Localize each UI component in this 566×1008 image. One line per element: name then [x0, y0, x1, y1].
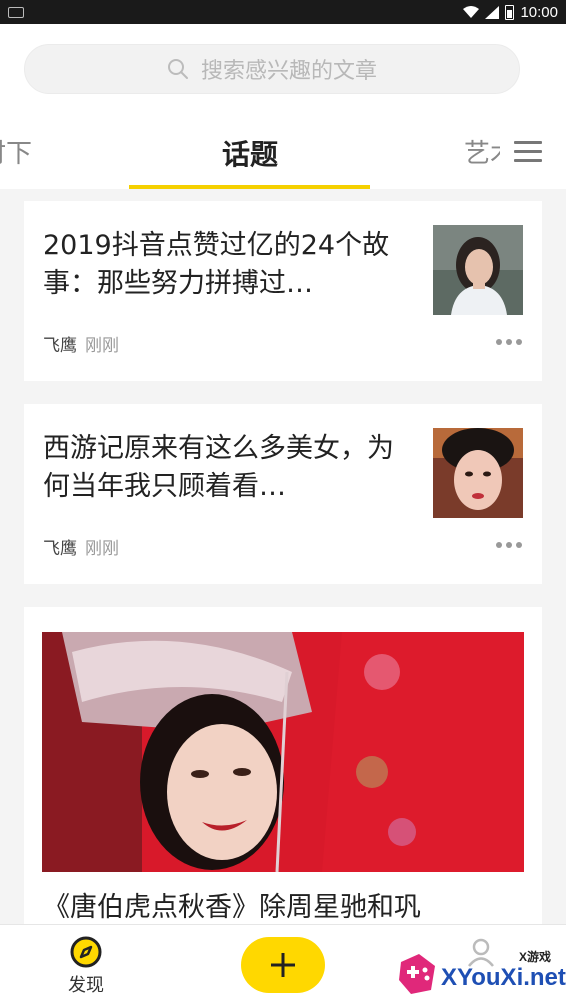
plus-icon — [271, 953, 295, 977]
gamepad-logo-icon — [399, 954, 435, 994]
status-bar: 10:00 — [0, 0, 566, 24]
article-thumbnail[interactable] — [433, 225, 523, 315]
tab-prev[interactable]: 时下 — [0, 133, 32, 170]
nav-discover[interactable]: 发现 — [62, 935, 110, 997]
category-tabs: 时下 话题 艺术 — [0, 119, 566, 189]
active-tab-indicator — [129, 185, 370, 189]
watermark-text: XYouXi.net — [441, 964, 566, 991]
tab-next[interactable]: 艺术 — [464, 133, 500, 170]
header: 搜索感兴趣的文章 时下 话题 艺术 — [0, 24, 566, 189]
article-title[interactable]: 《唐伯虎点秋香》除周星驰和巩 — [43, 889, 523, 927]
keyboard-icon — [8, 7, 24, 18]
article-thumbnail[interactable] — [433, 428, 523, 518]
signal-icon — [485, 5, 500, 19]
article-author: 飞鹰 — [43, 539, 77, 559]
watermark-small-text: X游戏 — [519, 950, 552, 964]
more-options-icon[interactable] — [496, 339, 522, 347]
search-placeholder: 搜索感兴趣的文章 — [200, 59, 377, 84]
article-meta: 飞鹰 刚刚 — [43, 534, 119, 559]
wifi-icon — [463, 6, 480, 18]
article-meta: 飞鹰 刚刚 — [43, 331, 119, 356]
more-options-icon[interactable] — [496, 542, 522, 550]
battery-icon — [505, 4, 515, 20]
tab-topics[interactable]: 话题 — [222, 133, 278, 173]
article-title[interactable]: 2019抖音点赞过亿的24个故事：那些努力拼搏过… — [43, 227, 413, 303]
article-time: 刚刚 — [85, 336, 119, 356]
menu-icon[interactable] — [514, 141, 542, 163]
article-card[interactable]: 2019抖音点赞过亿的24个故事：那些努力拼搏过… 飞鹰 刚刚 — [24, 201, 542, 381]
article-title[interactable]: 西游记原来有这么多美女，为何当年我只顾着看… — [43, 430, 413, 506]
article-card[interactable]: 西游记原来有这么多美女，为何当年我只顾着看… 飞鹰 刚刚 — [24, 404, 542, 584]
clock: 10:00 — [520, 3, 558, 21]
watermark: X游戏 XYouXi.net — [395, 946, 566, 1004]
nav-discover-label: 发现 — [68, 975, 104, 996]
article-cover-image[interactable] — [42, 632, 524, 872]
article-time: 刚刚 — [85, 539, 119, 559]
search-icon — [167, 59, 188, 79]
article-author: 飞鹰 — [43, 336, 77, 356]
add-button[interactable] — [241, 937, 325, 993]
compass-icon — [70, 936, 102, 968]
search-bar[interactable]: 搜索感兴趣的文章 — [24, 44, 520, 94]
article-card[interactable]: 《唐伯虎点秋香》除周星驰和巩 — [24, 607, 542, 937]
